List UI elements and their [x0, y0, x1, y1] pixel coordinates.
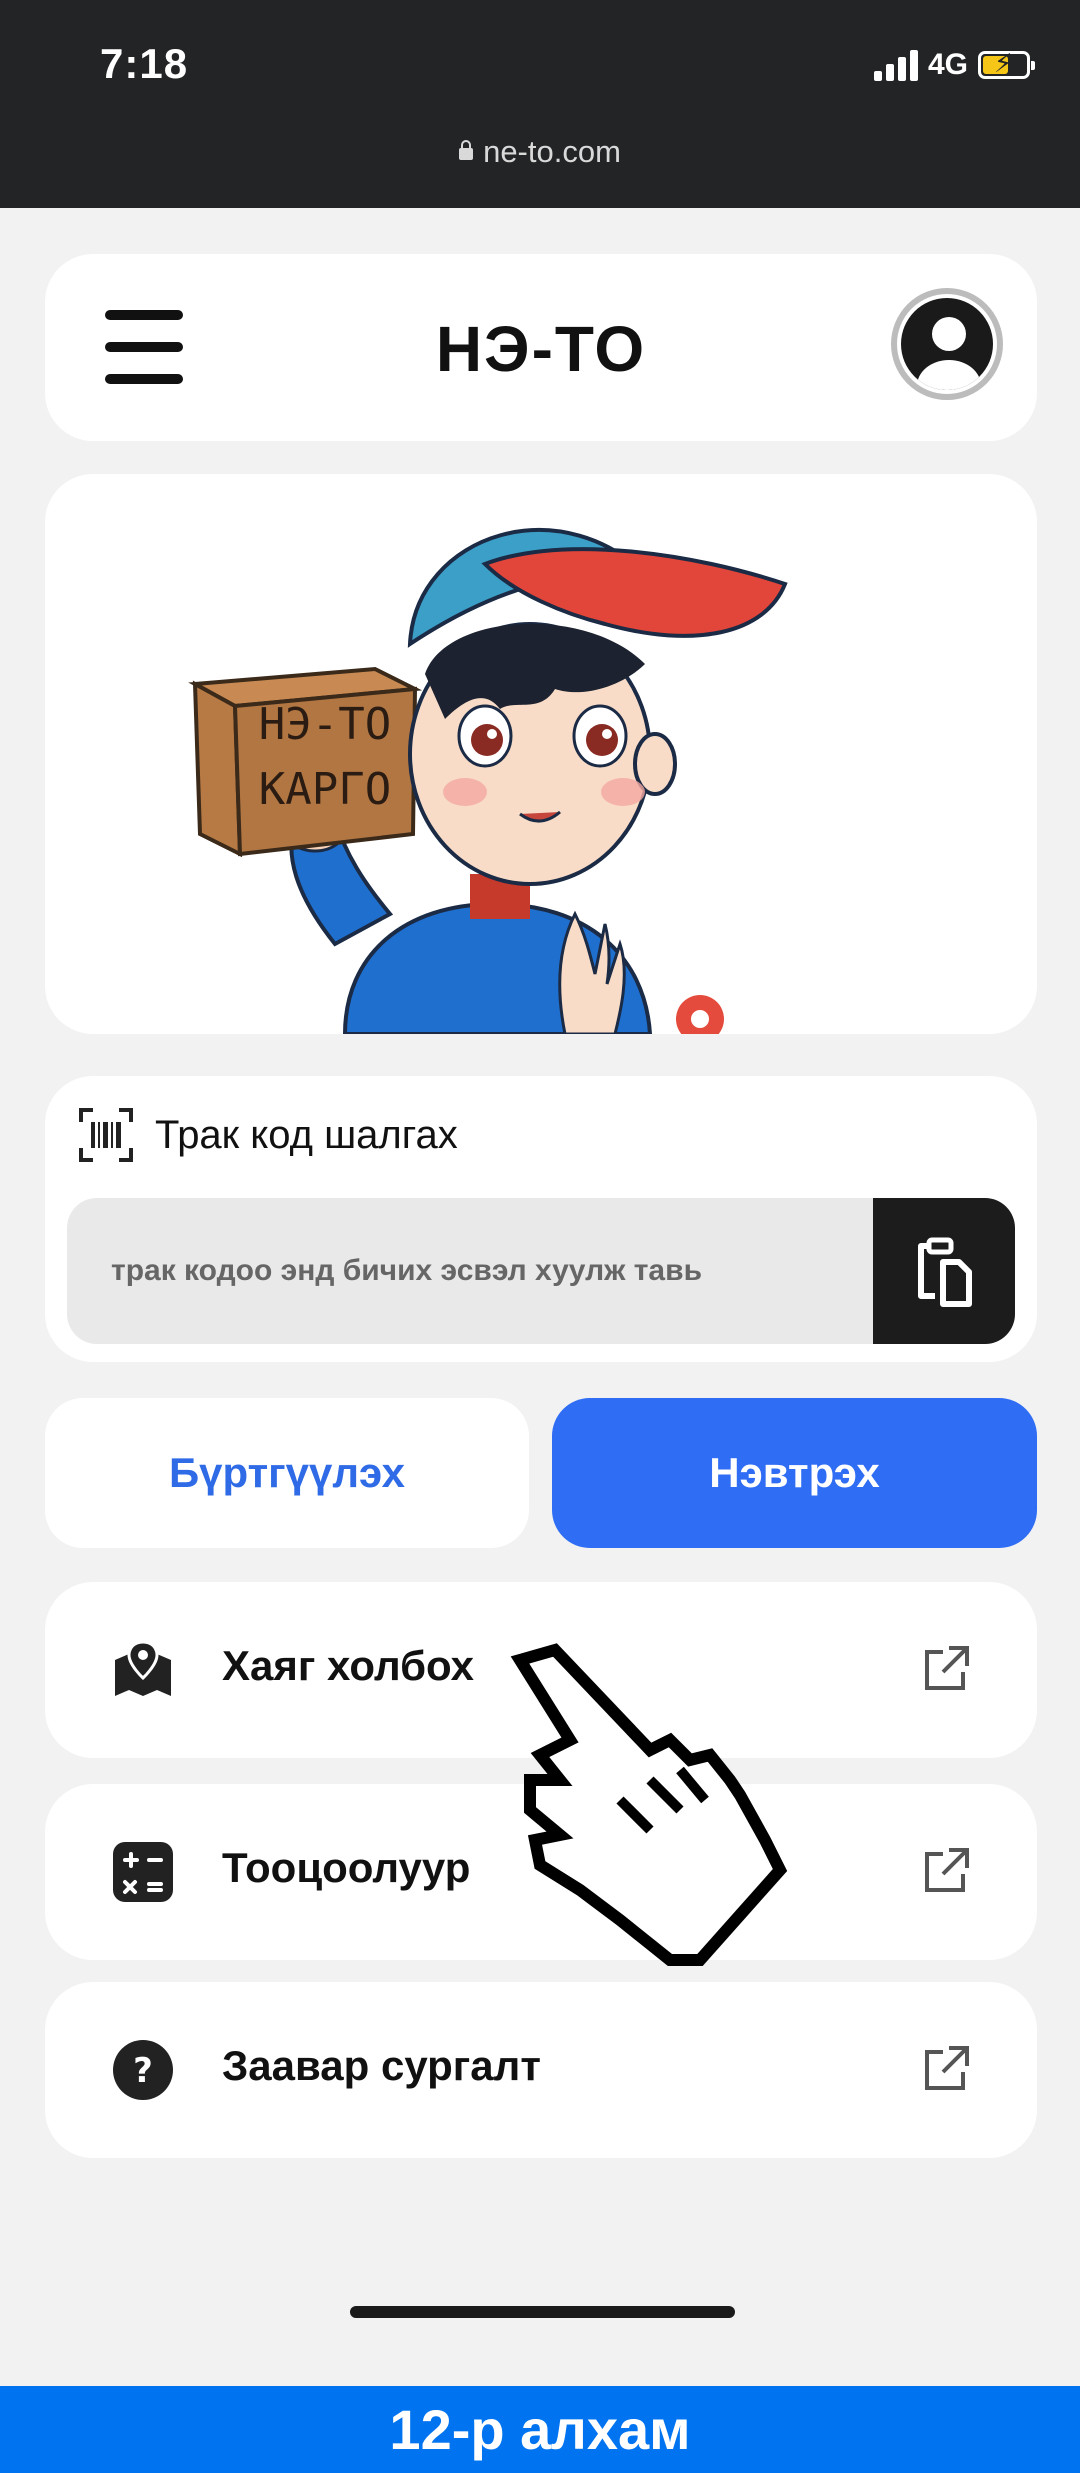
menu-item-label: Хаяг холбох	[222, 1642, 474, 1689]
status-time: 7:18	[100, 40, 189, 87]
network-type: 4G	[927, 48, 968, 81]
external-link-icon	[925, 2046, 969, 2090]
box-text-line1: НЭ-ТО	[259, 699, 391, 750]
courier-mascot-illustration: НЭ-ТО КАРГО	[188, 528, 788, 1034]
external-link-icon	[925, 1848, 969, 1892]
hand-pointer-icon	[510, 1643, 788, 1966]
barcode-scan-icon	[79, 1108, 133, 1162]
user-avatar-icon[interactable]	[891, 288, 1003, 400]
menu-item-label: Заавар сургалт	[222, 2042, 541, 2089]
url-text: ne-to.com	[483, 134, 621, 169]
hero-banner: НЭ-ТО КАРГО	[45, 474, 1037, 1034]
login-button[interactable]: Нэвтрэх	[552, 1398, 1037, 1548]
step-label: 12-р алхам	[389, 2398, 691, 2461]
status-indicators: 4G ⚡	[873, 48, 1035, 82]
lock-icon	[459, 140, 474, 160]
external-link-icon	[925, 1646, 969, 1690]
track-code-title: Трак код шалгах	[155, 1112, 458, 1157]
signal-icon	[873, 49, 918, 81]
paste-button[interactable]	[873, 1198, 1015, 1344]
menu-item-label: Тооцоолуур	[222, 1844, 471, 1891]
register-button[interactable]: Бүртгүүлэх	[45, 1398, 529, 1548]
menu-item-tutorial[interactable]: ? Заавар сургалт	[45, 1982, 1037, 2158]
map-pin-icon	[115, 1640, 171, 1696]
track-code-input[interactable]	[67, 1198, 873, 1344]
status-bar: 7:18 4G ⚡ ne-to.com	[0, 0, 1080, 208]
paste-icon	[918, 1237, 972, 1307]
battery-icon: ⚡	[978, 48, 1035, 79]
calculator-icon	[113, 1842, 173, 1902]
track-code-header: Трак код шалгах	[77, 1106, 458, 1164]
box-text-line2: КАРГО	[259, 764, 391, 815]
charging-icon: ⚡	[994, 48, 1013, 78]
track-code-card: Трак код шалгах	[45, 1076, 1037, 1362]
home-indicator	[350, 2306, 735, 2318]
page-title: НЭ-ТО	[435, 313, 647, 385]
help-icon: ?	[113, 2040, 173, 2100]
step-banner: 12-р алхам	[0, 2386, 1080, 2473]
cargo-box: НЭ-ТО КАРГО	[188, 666, 423, 858]
app-header: НЭ-ТО	[45, 254, 1037, 441]
svg-text:?: ?	[133, 2051, 153, 2091]
address-bar[interactable]: ne-to.com	[0, 134, 1080, 170]
